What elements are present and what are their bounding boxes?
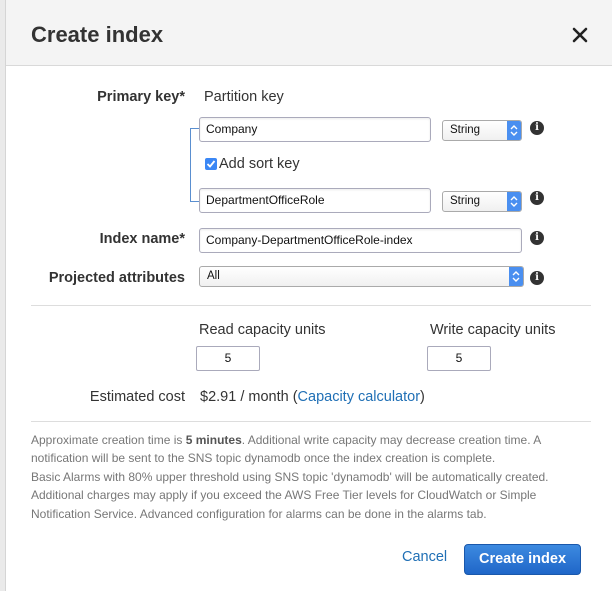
dialog-title: Create index <box>31 22 164 47</box>
note-text-3: Basic Alarms with 80% upper threshold us… <box>31 469 549 521</box>
chevron-updown-icon <box>507 121 521 140</box>
cost-close-paren: ) <box>420 389 425 405</box>
read-capacity-label: Read capacity units <box>199 322 326 338</box>
create-index-dialog: Create index Primary key* Partition key … <box>5 0 612 591</box>
index-name-input[interactable]: Company-DepartmentOfficeRole-index <box>199 228 522 253</box>
sort-type-value: String <box>450 195 481 207</box>
chevron-updown-icon <box>509 267 523 286</box>
write-capacity-label: Write capacity units <box>430 322 556 338</box>
chevron-updown-icon <box>507 192 521 211</box>
divider <box>31 305 591 306</box>
partition-type-value: String <box>450 124 481 136</box>
read-capacity-input[interactable]: 5 <box>196 346 260 371</box>
cancel-button[interactable]: Cancel <box>402 549 447 565</box>
sort-key-input[interactable]: DepartmentOfficeRole <box>199 188 431 213</box>
index-name-label: Index name* <box>99 231 185 247</box>
sort-info-icon[interactable]: i <box>530 191 544 205</box>
cost-amount: $2.91 / month ( <box>200 389 298 405</box>
projected-attributes-value: All <box>207 270 220 282</box>
projected-attributes-select[interactable]: All <box>199 266 524 287</box>
estimated-cost-value: $2.91 / month (Capacity calculator) <box>200 389 425 405</box>
add-sort-key-checkbox[interactable] <box>205 158 217 170</box>
estimated-cost-label: Estimated cost <box>89 389 185 405</box>
partition-key-label: Partition key <box>204 89 284 105</box>
dialog-header: Create index <box>6 0 612 66</box>
sort-type-select[interactable]: String <box>442 191 522 212</box>
projected-info-icon[interactable]: i <box>530 271 544 285</box>
partition-info-icon[interactable]: i <box>530 121 544 135</box>
index-name-info-icon[interactable]: i <box>530 231 544 245</box>
write-capacity-input[interactable]: 5 <box>427 346 491 371</box>
info-note: Approximate creation time is 5 minutes. … <box>31 431 576 523</box>
projected-attributes-label: Projected attributes <box>48 270 185 286</box>
partition-type-select[interactable]: String <box>442 120 522 141</box>
add-sort-key-label: Add sort key <box>219 156 300 172</box>
close-icon[interactable] <box>569 24 591 46</box>
capacity-calculator-link[interactable]: Capacity calculator <box>298 389 421 405</box>
divider <box>31 421 591 422</box>
note-bold: 5 minutes <box>185 433 242 447</box>
partition-key-input[interactable]: Company <box>199 117 431 142</box>
primary-key-label: Primary key* <box>97 89 185 105</box>
note-text-1: Approximate creation time is <box>31 433 186 447</box>
create-index-button[interactable]: Create index <box>464 544 581 575</box>
